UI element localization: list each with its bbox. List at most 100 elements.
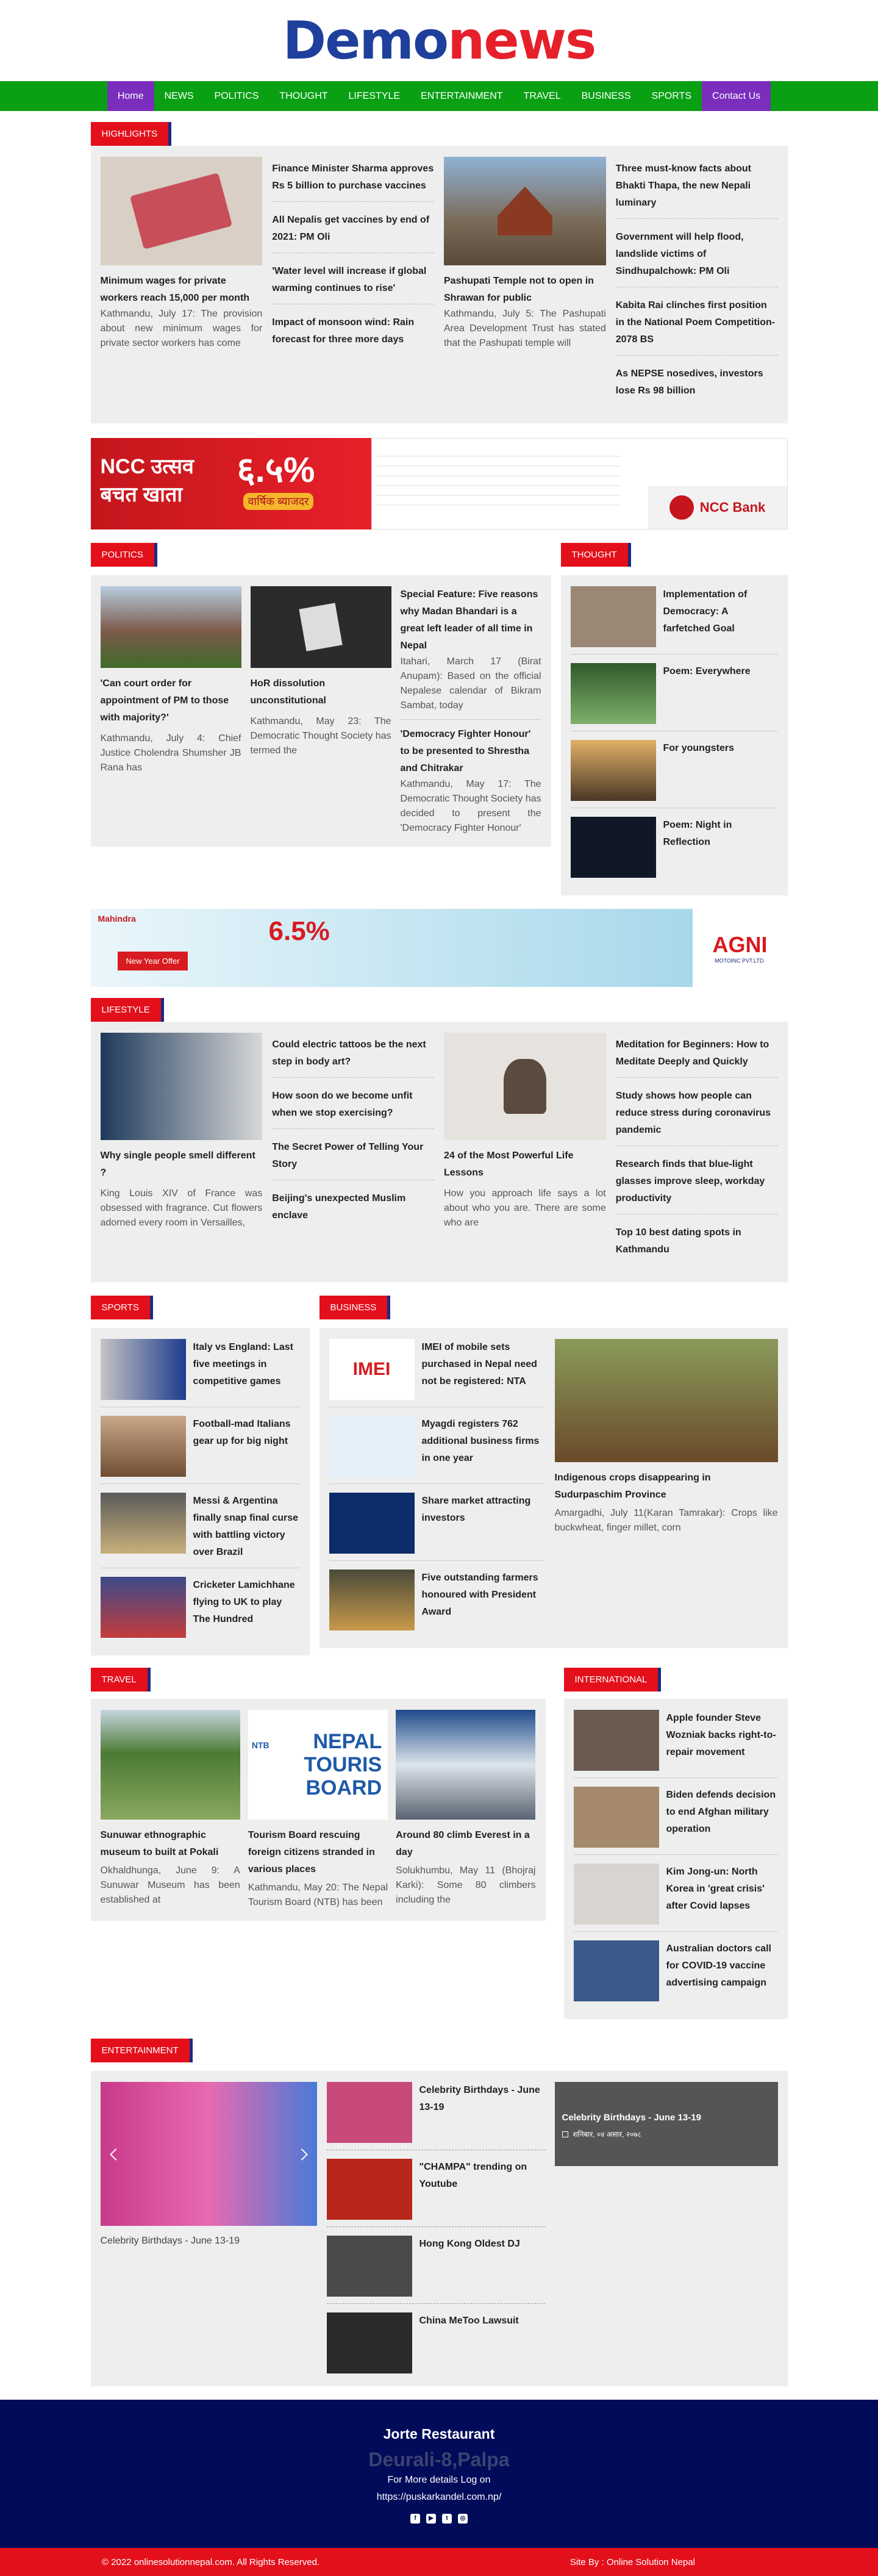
travel-title-c[interactable]: Around 80 climb Everest in a day	[396, 1827, 535, 1861]
sports-item[interactable]: Cricketer Lamichhane flying to UK to pla…	[193, 1577, 300, 1638]
thought-image[interactable]	[570, 740, 656, 801]
highlight-list-item[interactable]: Government will help flood, landslide vi…	[615, 225, 778, 287]
entertainment-main-caption[interactable]: Celebrity Birthdays - June 13-19	[101, 2236, 317, 2247]
lifestyle-list-item[interactable]: How soon do we become unfit when we stop…	[272, 1084, 434, 1129]
entertainment-image[interactable]	[326, 2082, 412, 2143]
highlight-list-item[interactable]: Three must-know facts about Bhakti Thapa…	[615, 157, 778, 219]
highlight-list-item[interactable]: 'Water level will increase if global war…	[272, 259, 434, 304]
lifestyle-list-item[interactable]: Research finds that blue-light glasses i…	[615, 1152, 778, 1214]
international-item[interactable]: Kim Jong-un: North Korea in 'great crisi…	[666, 1864, 778, 1925]
international-image[interactable]	[573, 1864, 659, 1925]
business-main-title[interactable]: Indigenous crops disappearing in Sudurpa…	[555, 1469, 778, 1504]
highlight-list-item[interactable]: Finance Minister Sharma approves Rs 5 bi…	[272, 157, 434, 202]
site-by-text[interactable]: Site By : Online Solution Nepal	[570, 2557, 695, 2567]
entertainment-carousel[interactable]	[100, 2082, 317, 2226]
entertainment-image[interactable]	[326, 2159, 412, 2220]
business-item[interactable]: IMEI of mobile sets purchased in Nepal n…	[422, 1339, 545, 1400]
nav-news[interactable]: NEWS	[154, 81, 204, 111]
business-image[interactable]	[329, 1416, 415, 1477]
sports-image[interactable]	[100, 1339, 186, 1400]
facebook-icon[interactable]: f	[410, 2514, 420, 2524]
politics-image-court[interactable]	[100, 586, 241, 668]
sports-image[interactable]	[100, 1416, 186, 1477]
nav-business[interactable]: BUSINESS	[571, 81, 641, 111]
politics-title-b[interactable]: HoR dissolution unconstitutional	[251, 675, 391, 709]
business-image[interactable]	[329, 1570, 415, 1631]
thought-image[interactable]	[570, 663, 656, 724]
thought-item[interactable]: Implementation of Democracy: A farfetche…	[663, 586, 778, 647]
international-image[interactable]	[573, 1787, 659, 1848]
thought-image[interactable]	[570, 586, 656, 647]
business-image[interactable]	[329, 1493, 415, 1554]
business-image[interactable]: IMEI	[329, 1339, 415, 1400]
business-item[interactable]: Myagdi registers 762 additional business…	[422, 1416, 545, 1477]
nav-thought[interactable]: THOUGHT	[269, 81, 338, 111]
nav-lifestyle[interactable]: LIFESTYLE	[338, 81, 410, 111]
lifestyle-list-item[interactable]: Beijing's unexpected Muslim enclave	[272, 1186, 434, 1231]
entertainment-image[interactable]	[326, 2236, 412, 2297]
lifestyle-list-item[interactable]: Could electric tattoos be the next step …	[272, 1033, 434, 1078]
lifestyle-list-item[interactable]: The Secret Power of Telling Your Story	[272, 1135, 434, 1180]
lifestyle-title-1[interactable]: Why single people smell different ?	[101, 1147, 263, 1182]
entertainment-image[interactable]	[326, 2312, 412, 2373]
international-image[interactable]	[573, 1940, 659, 2001]
lifestyle-image-smell[interactable]	[100, 1033, 263, 1140]
politics-title-c[interactable]: Special Feature: Five reasons why Madan …	[401, 586, 541, 655]
nav-home[interactable]: Home	[107, 81, 154, 111]
politics-title-a[interactable]: 'Can court order for appointment of PM t…	[101, 675, 241, 727]
travel-image-ntb[interactable]: NTB NEPAL TOURIS BOARD	[248, 1710, 388, 1820]
sports-item[interactable]: Italy vs England: Last five meetings in …	[193, 1339, 300, 1400]
thought-item[interactable]: For youngsters	[663, 740, 734, 801]
travel-title-b[interactable]: Tourism Board rescuing foreign citizens …	[248, 1827, 388, 1878]
highlight-list-item[interactable]: As NEPSE nosedives, investors lose Rs 98…	[616, 362, 778, 406]
entertainment-feature-card[interactable]: Celebrity Birthdays - June 13-19 शनिबार,…	[554, 2082, 778, 2166]
politics-title-d[interactable]: 'Democracy Fighter Honour' to be present…	[401, 726, 541, 777]
lifestyle-list-item[interactable]: Meditation for Beginners: How to Meditat…	[615, 1033, 778, 1078]
sports-image[interactable]	[100, 1577, 186, 1638]
carousel-prev-icon[interactable]	[109, 2148, 122, 2161]
sports-image[interactable]	[100, 1493, 186, 1554]
nav-politics[interactable]: POLITICS	[204, 81, 269, 111]
entertainment-item[interactable]: "CHAMPA" trending on Youtube	[419, 2159, 545, 2220]
highlight-image-wages[interactable]	[100, 157, 263, 265]
international-item[interactable]: Apple founder Steve Wozniak backs right-…	[666, 1710, 778, 1771]
nav-travel[interactable]: TRAVEL	[513, 81, 571, 111]
highlight-list-item[interactable]: Impact of monsoon wind: Rain forecast fo…	[272, 310, 434, 355]
highlight-list-item[interactable]: All Nepalis get vaccines by end of 2021:…	[272, 208, 434, 253]
thought-item[interactable]: Poem: Night in Reflection	[663, 817, 778, 878]
nav-contact[interactable]: Contact Us	[702, 81, 771, 111]
politics-image-hor[interactable]	[250, 586, 391, 668]
carousel-next-icon[interactable]	[295, 2148, 308, 2161]
international-item[interactable]: Biden defends decision to end Afghan mil…	[666, 1787, 778, 1848]
ncc-bank-advert[interactable]: NCC उत्सव बचत खाता ६.५% वार्षिक ब्याजदर …	[90, 438, 788, 529]
travel-title-a[interactable]: Sunuwar ethnographic museum to built at …	[101, 1827, 240, 1861]
twitter-icon[interactable]: t	[442, 2514, 452, 2524]
travel-image-everest[interactable]	[396, 1710, 536, 1820]
lifestyle-image-lessons[interactable]	[444, 1033, 606, 1140]
entertainment-item[interactable]: China MeToo Lawsuit	[419, 2312, 519, 2373]
site-logo[interactable]: Demo news	[0, 0, 878, 81]
highlight-title-2[interactable]: Pashupati Temple not to open in Shrawan …	[444, 273, 606, 307]
entertainment-item[interactable]: Celebrity Birthdays - June 13-19	[419, 2082, 545, 2143]
highlight-image-temple[interactable]	[444, 157, 606, 265]
highlight-list-item[interactable]: Kabita Rai clinches first position in th…	[615, 293, 778, 356]
instagram-icon[interactable]: ◎	[458, 2514, 468, 2524]
international-image[interactable]	[573, 1710, 659, 1771]
highlight-title-1[interactable]: Minimum wages for private workers reach …	[101, 273, 263, 307]
lifestyle-list-item[interactable]: Study shows how people can reduce stress…	[615, 1084, 778, 1146]
entertainment-item[interactable]: Hong Kong Oldest DJ	[419, 2236, 520, 2297]
lifestyle-list-item[interactable]: Top 10 best dating spots in Kathmandu	[616, 1221, 778, 1265]
thought-item[interactable]: Poem: Everywhere	[663, 663, 751, 724]
sports-item[interactable]: Football-mad Italians gear up for big ni…	[193, 1416, 300, 1477]
footer-info-2[interactable]: https://puskarkandel.com.np/	[0, 2489, 878, 2505]
youtube-icon[interactable]: ▶	[426, 2514, 436, 2524]
mahindra-advert[interactable]: Mahindra New Year Offer 6.5% AGNI MOTOIN…	[90, 909, 788, 987]
sports-item[interactable]: Messi & Argentina finally snap final cur…	[193, 1493, 300, 1561]
nav-sports[interactable]: SPORTS	[641, 81, 702, 111]
business-main-image[interactable]	[554, 1339, 778, 1462]
travel-image-museum[interactable]	[100, 1710, 240, 1820]
lifestyle-title-2[interactable]: 24 of the Most Powerful Life Lessons	[444, 1147, 606, 1182]
business-item[interactable]: Five outstanding farmers honoured with P…	[422, 1570, 545, 1631]
international-item[interactable]: Australian doctors call for COVID-19 vac…	[666, 1940, 778, 2001]
thought-image[interactable]	[570, 817, 656, 878]
